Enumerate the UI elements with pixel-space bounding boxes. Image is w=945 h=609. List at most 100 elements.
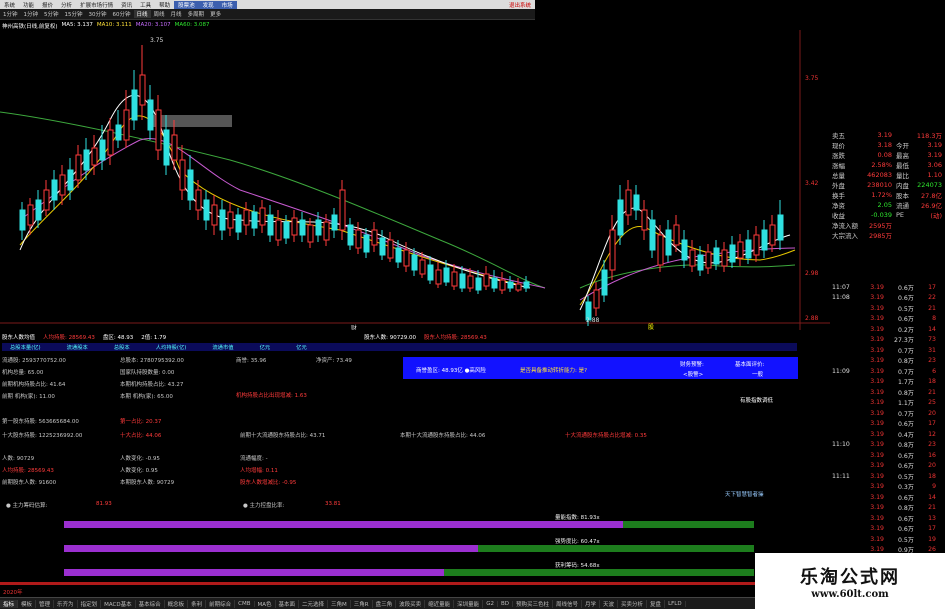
menu-item[interactable]: 分析 (57, 1, 76, 9)
indicator-tab[interactable]: MA色 (255, 599, 276, 608)
candle-body (283, 221, 290, 239)
tick-time: 11:07 (832, 283, 850, 291)
menu-item-highlight[interactable]: 股票池 (174, 0, 199, 9)
tick-volume: 0.7万 (897, 368, 914, 376)
candle-body (729, 244, 736, 263)
period-tab[interactable]: 30分钟 (86, 10, 110, 18)
quote-row: 大宗流入 2985万 (832, 230, 945, 240)
fund-header: 总股本量(亿) 流通股本 总股本 人均持股(亿) 流通市值 亿元 亿元 (2, 343, 797, 351)
ma20-value: MA20: 3.107 (135, 22, 171, 28)
menu-item[interactable]: 资讯 (117, 1, 136, 9)
first-holder: 第一股东持股: 563665684.00 (2, 419, 79, 425)
tick-price: 3.19 (870, 357, 884, 365)
menu-item[interactable]: 帮助 (155, 1, 174, 9)
indicator-tab[interactable]: 三角M (328, 599, 351, 608)
candle-body (419, 259, 426, 275)
tick-volume: 0.4万 (897, 431, 914, 439)
candle-body (427, 264, 434, 281)
period-tab[interactable]: 1分钟 (0, 10, 21, 18)
period-tab[interactable]: 15分钟 (62, 10, 86, 18)
tick-list[interactable]: 11:07 3.19 0.6万 17 11:08 3.19 0.6万 22 3.19 0.5万 21… (832, 282, 945, 576)
menu-item[interactable]: 工具 (136, 1, 155, 9)
indicator-tab[interactable]: 预购买三色柱 (513, 599, 553, 608)
date-axis-label: 2020年 (3, 590, 23, 596)
ma5-line (19, 95, 531, 289)
indicator-tab[interactable]: 买卖分析 (618, 599, 648, 608)
tick-price: 3.19 (870, 420, 884, 428)
ma60-value: MA60: 3.087 (174, 22, 210, 28)
quote-row: 收益 -0.039 PE (动) (832, 210, 945, 220)
indicator-tab[interactable]: 指标 (0, 599, 19, 608)
indicator-tab[interactable]: 周线信号 (553, 599, 582, 608)
tick-volume: 0.2万 (897, 326, 914, 334)
period-tab[interactable]: 1分钟 (21, 10, 42, 18)
indicator-tab[interactable]: 条利 (188, 599, 207, 608)
tick-volume: 0.8万 (897, 389, 914, 397)
indicator-tab[interactable]: BD (498, 600, 513, 607)
menu-item[interactable]: 报价 (38, 1, 57, 9)
tick-volume: 0.7万 (897, 347, 914, 355)
tick-row: 3.19 0.4万 12 (832, 429, 945, 440)
quote-label-2: 内盘 (896, 182, 909, 190)
quote-label: 涨跌 (832, 152, 845, 160)
holder-change: 人数变化: -0.95 (120, 456, 160, 462)
avg-holding: 人均持股: 28569.43 (2, 468, 54, 474)
period-tab[interactable]: 周线 (151, 10, 168, 18)
indicator-tab[interactable]: 三角R (351, 599, 373, 608)
indicator-tab[interactable]: 复盘 (647, 599, 666, 608)
tick-volume: 0.6万 (897, 494, 914, 502)
period-tab[interactable]: 60分钟 (110, 10, 134, 18)
tick-price: 3.19 (870, 336, 884, 344)
quote-value-2: 118.3万 (916, 132, 942, 140)
indicator-tab[interactable]: 月学 (582, 599, 601, 608)
menu-item[interactable]: 扩展市场行情 (76, 1, 117, 9)
tick-count: 23 (928, 441, 936, 449)
indicator-tab[interactable]: 天波 (600, 599, 619, 608)
indicator-tab[interactable]: 基本面 (276, 599, 300, 608)
indicator-tab[interactable]: 乐齐为 (54, 599, 78, 608)
period-tab-active[interactable]: 日线 (133, 10, 151, 18)
indicator-tab[interactable]: 概念板 (165, 599, 189, 608)
period-tab[interactable]: 月线 (168, 10, 185, 18)
indicator-tab[interactable]: 前期综合 (206, 599, 236, 608)
exit-button[interactable]: 退出系统 (505, 1, 535, 9)
quote-label: 净流入额 (832, 222, 858, 230)
indicator-tab[interactable]: 管理 (36, 599, 55, 608)
quote-label: 大宗流入 (832, 232, 858, 240)
top10-ratio: 十大占比: 44.06 (120, 433, 162, 439)
indicator-tab[interactable]: 模板 (18, 599, 37, 608)
indicator-tab[interactable]: 深圳量能 (454, 599, 484, 608)
period-tab[interactable]: 更多 (207, 10, 224, 18)
fund-value: 前期机构持股占比: 41.64 (2, 382, 66, 388)
indicator-tab[interactable]: LFLD (665, 600, 686, 607)
quote-value-2: 3.19 (927, 151, 942, 159)
fund-value: 流通股: 2593770752.00 (2, 358, 66, 364)
menu-item-highlight[interactable]: 市场 (217, 0, 237, 9)
tick-price: 3.19 (870, 294, 884, 302)
candle-body (91, 147, 98, 166)
menu-item[interactable]: 系统 (0, 1, 19, 9)
menu-item[interactable]: 功能 (19, 1, 38, 9)
menu-item-highlight[interactable]: 发现 (198, 0, 218, 9)
period-tab[interactable]: 多周期 (185, 10, 208, 18)
indicator-tab[interactable]: 波段买卖 (396, 599, 426, 608)
indicator-tab[interactable]: 基本综合 (136, 599, 165, 608)
period-tab[interactable]: 5分钟 (41, 10, 62, 18)
bar-label: 获利筹码: 54.68x (555, 563, 600, 569)
indicator-tab[interactable]: G2 (483, 600, 498, 607)
indicator-tab[interactable]: CMB (235, 600, 255, 607)
sub-value: 人均持股: 28569.43 (43, 335, 95, 341)
float-range: 流通幅度: - (240, 456, 268, 462)
indicator-tab[interactable]: 盘三角 (373, 599, 397, 608)
indicator-tab[interactable]: 指定划 (78, 599, 102, 608)
indicator-tab[interactable]: 二元选择 (299, 599, 329, 608)
turn-info: 是否具备推动转折能力: 是? (520, 368, 588, 374)
tick-count: 18 (928, 378, 936, 386)
side-note: 有股指数调低 (740, 398, 774, 404)
indicator-tab[interactable]: MACD基本 (101, 599, 136, 608)
quote-row: 净资 2.05 流通 26.9亿 (832, 200, 945, 210)
candle-body (403, 249, 410, 267)
tick-price: 3.19 (870, 399, 884, 407)
candlestick-chart[interactable]: 3.75 3.42 2.98 2.88 3.75 2.88 财 股 (0, 30, 830, 330)
indicator-tab[interactable]: 缩近量能 (425, 599, 455, 608)
